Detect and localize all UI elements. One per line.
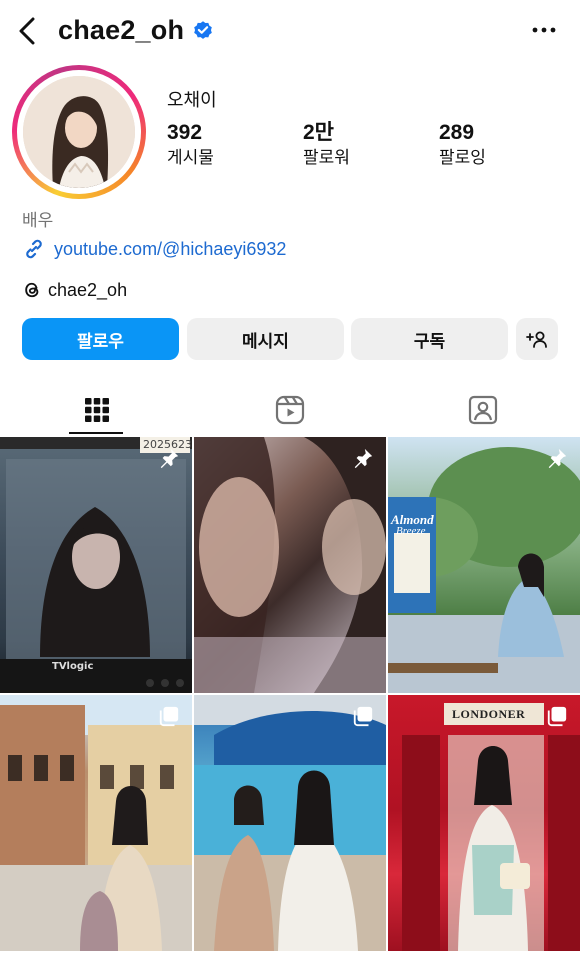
phonebooth-sign-text: LONDONER	[452, 707, 526, 721]
post-image	[402, 703, 580, 951]
more-options-button[interactable]	[530, 20, 558, 40]
stat-label: 게시물	[167, 148, 214, 167]
chevron-left-icon	[19, 17, 35, 45]
carousel-icon	[547, 706, 567, 727]
tab-tagged[interactable]	[386, 384, 579, 436]
post-thumbnail[interactable]: Almond Breeze	[388, 437, 580, 693]
post-image	[388, 447, 580, 693]
active-tab-indicator	[69, 432, 123, 434]
subscribe-button[interactable]: 구독	[351, 318, 508, 360]
profile-avatar	[23, 76, 135, 188]
post-image	[0, 437, 192, 693]
threads-icon	[25, 282, 39, 298]
tagged-icon	[468, 395, 497, 425]
post-image	[194, 437, 386, 693]
post-thumbnail[interactable]	[194, 437, 386, 693]
link-text: youtube.com/@hichaeyi6932	[54, 238, 287, 259]
stat-value: 2만	[303, 121, 334, 144]
back-button[interactable]	[14, 14, 40, 48]
post-thumbnail[interactable]	[0, 695, 192, 951]
stat-posts[interactable]: 392 게시물	[167, 121, 214, 169]
post-thumbnail[interactable]: 2025623 TVlogic	[0, 437, 192, 693]
link-icon	[26, 239, 42, 259]
post-image	[194, 695, 386, 951]
carousel-icon	[159, 706, 179, 727]
profile-link[interactable]: youtube.com/@hichaeyi6932	[22, 236, 286, 262]
avatar-portrait	[23, 76, 135, 188]
posts-grid: 2025623 TVlogic Almond Breeze LONDONER	[0, 437, 580, 954]
tab-posts-grid[interactable]	[0, 384, 193, 436]
pin-icon	[160, 448, 179, 469]
pin-icon	[354, 448, 373, 469]
carousel-icon	[353, 706, 373, 727]
add-person-icon	[526, 331, 547, 348]
follow-button[interactable]: 팔로우	[22, 318, 179, 360]
username-title: chae2_oh	[58, 12, 214, 48]
threads-badge[interactable]: chae2_oh	[22, 278, 127, 302]
stat-value: 392	[167, 121, 203, 144]
product-line-text: Breeze	[396, 525, 426, 537]
monitor-brand-text: TVlogic	[52, 661, 94, 672]
post-thumbnail[interactable]: LONDONER	[388, 695, 580, 951]
stat-label: 팔로잉	[439, 148, 486, 167]
stat-followers[interactable]: 2만 팔로워	[303, 121, 350, 169]
more-horizontal-icon	[532, 27, 556, 33]
suggested-people-button[interactable]	[516, 318, 558, 360]
message-button[interactable]: 메시지	[187, 318, 344, 360]
profile-header: chae2_oh	[0, 0, 580, 62]
stat-label: 팔로워	[303, 148, 350, 167]
username-text: chae2_oh	[58, 14, 185, 45]
stat-following[interactable]: 289 팔로잉	[439, 121, 486, 169]
profile-category: 배우	[22, 211, 54, 230]
profile-tabs	[0, 384, 580, 436]
stat-value: 289	[439, 121, 475, 144]
display-name: 오채이	[167, 90, 217, 110]
verified-badge-icon	[194, 21, 212, 39]
grid-icon	[84, 398, 109, 422]
post-image	[0, 695, 192, 951]
tab-reels[interactable]	[193, 384, 386, 436]
story-ring[interactable]	[12, 65, 146, 199]
reels-icon	[275, 395, 304, 425]
pin-icon	[548, 448, 567, 469]
post-thumbnail[interactable]	[194, 695, 386, 951]
threads-handle: chae2_oh	[48, 279, 128, 300]
